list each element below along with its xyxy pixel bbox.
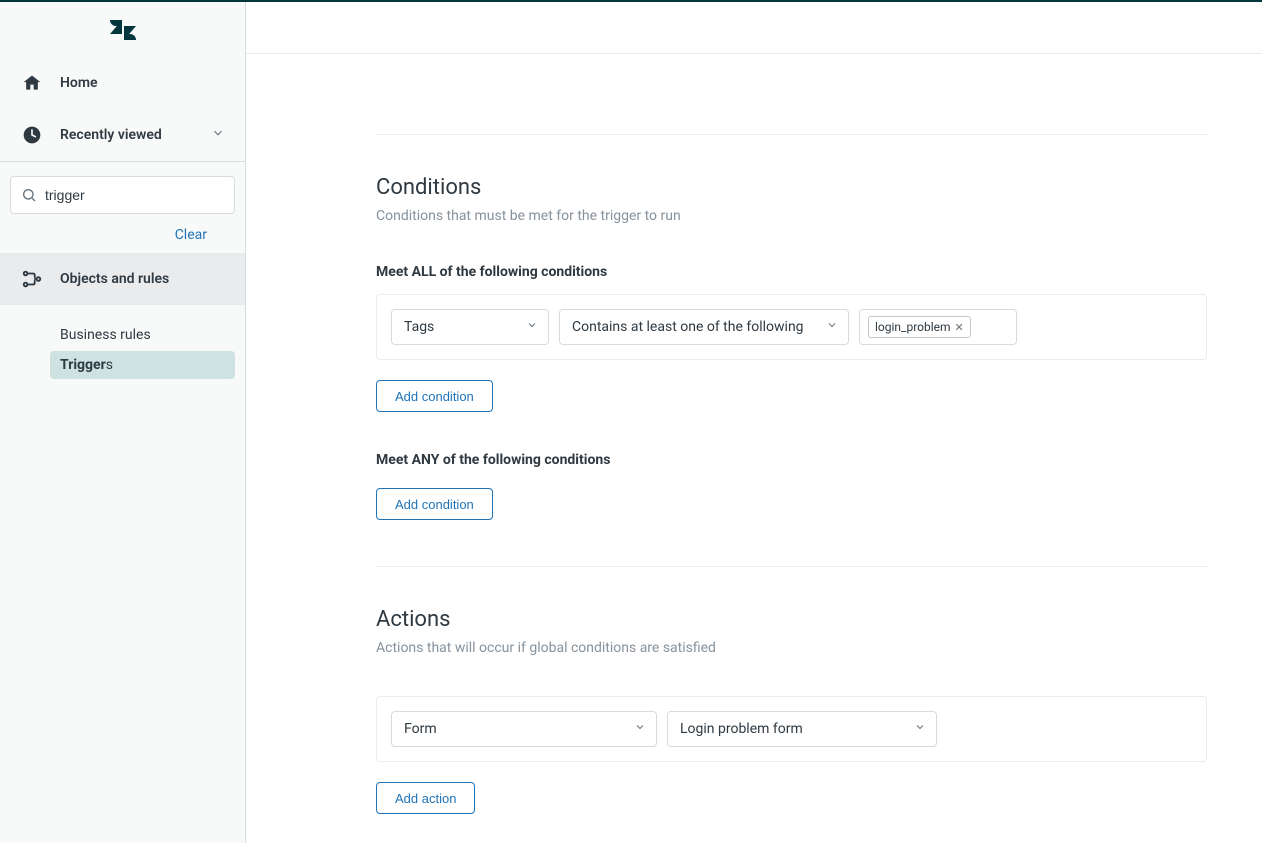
add-condition-all-button[interactable]: Add condition: [376, 380, 493, 412]
flowchart-icon: [20, 267, 44, 291]
nav-home[interactable]: Home: [0, 57, 245, 109]
sidebar-section-label: Objects and rules: [60, 271, 169, 287]
add-condition-any-button[interactable]: Add condition: [376, 488, 493, 520]
condition-operator-value: Contains at least one of the following: [572, 319, 804, 335]
remove-tag-icon[interactable]: ✕: [955, 321, 964, 334]
zendesk-logo-icon: [110, 17, 136, 43]
chevron-down-icon: [526, 319, 538, 335]
logo-wrap: [0, 2, 245, 57]
home-icon: [20, 71, 44, 95]
sidebar-group-business-rules[interactable]: Business rules: [10, 319, 235, 351]
sidebar-item-triggers-rest: s: [106, 357, 113, 373]
action-value-value: Login problem form: [680, 721, 803, 737]
section-divider: [376, 566, 1207, 567]
actions-subtitle: Actions that will occur if global condit…: [376, 640, 1207, 656]
admin-search-box[interactable]: [10, 176, 235, 214]
condition-field-select[interactable]: Tags: [391, 309, 549, 345]
sidebar-section-objects-rules[interactable]: Objects and rules: [0, 253, 245, 305]
condition-operator-select[interactable]: Contains at least one of the following: [559, 309, 849, 345]
add-action-button[interactable]: Add action: [376, 782, 475, 814]
clock-icon: [20, 123, 44, 147]
main-content: Conditions Conditions that must be met f…: [246, 2, 1262, 843]
sidebar: Home Recently viewed: [0, 2, 246, 843]
clear-search-link[interactable]: Clear: [175, 227, 207, 243]
conditions-any-label: Meet ANY of the following conditions: [376, 452, 1207, 468]
tag-pill-label: login_problem: [875, 320, 951, 334]
chevron-down-icon: [826, 319, 838, 335]
conditions-title: Conditions: [376, 175, 1207, 200]
sidebar-item-triggers[interactable]: Triggers: [50, 351, 235, 379]
chevron-down-icon: [211, 126, 225, 144]
conditions-subtitle: Conditions that must be met for the trig…: [376, 208, 1207, 224]
condition-row: Tags Contains at least one of the follow…: [376, 294, 1207, 360]
tag-pill: login_problem ✕: [868, 316, 971, 338]
action-row: Form Login problem form: [376, 696, 1207, 762]
condition-field-value: Tags: [404, 319, 434, 335]
nav-recently-viewed[interactable]: Recently viewed: [0, 109, 245, 161]
action-field-select[interactable]: Form: [391, 711, 657, 747]
nav-recently-viewed-label: Recently viewed: [60, 127, 162, 143]
admin-search-input[interactable]: [45, 187, 224, 203]
section-divider: [376, 134, 1207, 135]
condition-tag-input[interactable]: login_problem ✕: [859, 309, 1017, 345]
sidebar-item-triggers-match: Trigger: [60, 357, 106, 373]
action-field-value: Form: [404, 721, 437, 737]
top-bar: [246, 2, 1262, 54]
chevron-down-icon: [914, 721, 926, 737]
conditions-all-label: Meet ALL of the following conditions: [376, 264, 1207, 280]
nav-home-label: Home: [60, 75, 98, 91]
search-icon: [21, 186, 37, 204]
action-value-select[interactable]: Login problem form: [667, 711, 937, 747]
chevron-down-icon: [634, 721, 646, 737]
actions-title: Actions: [376, 607, 1207, 632]
